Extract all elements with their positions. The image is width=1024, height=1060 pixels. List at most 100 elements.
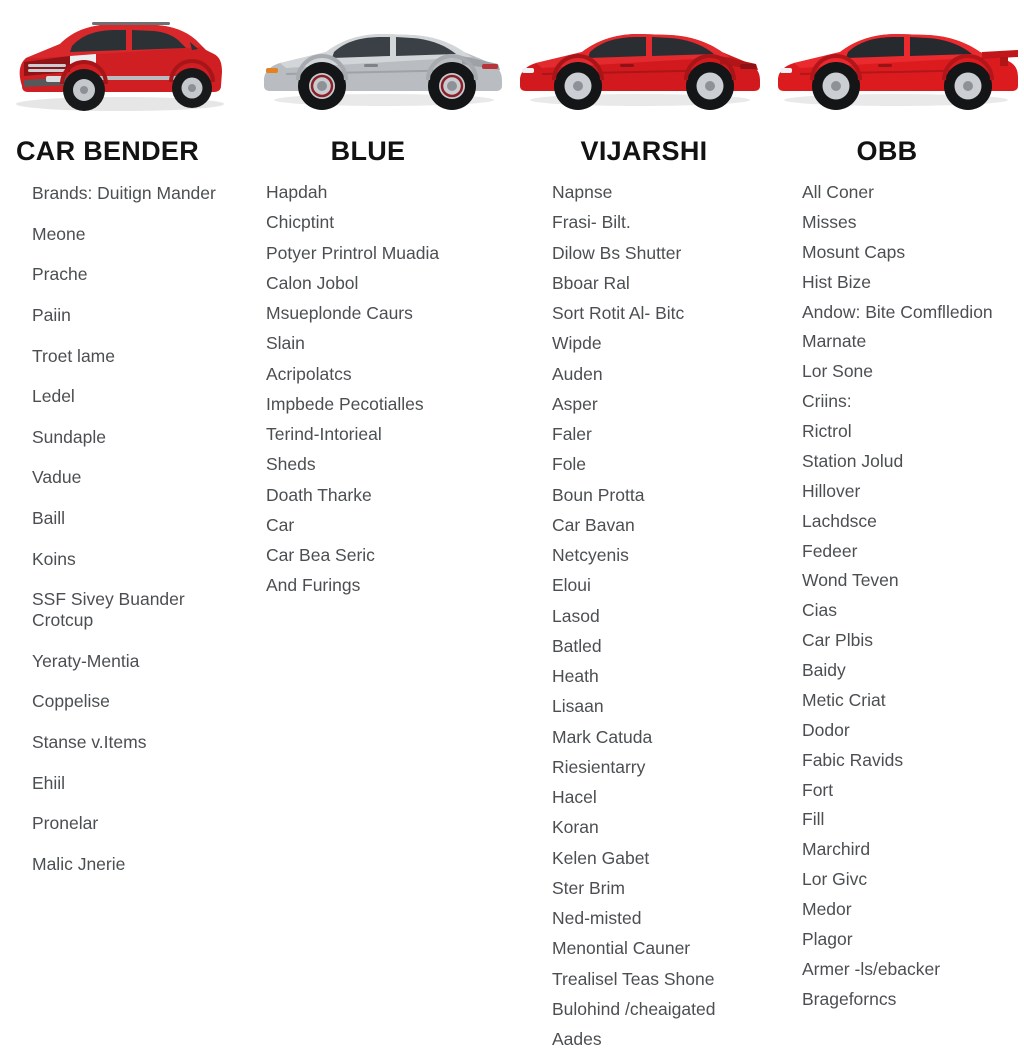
list-item[interactable]: Dilow Bs Shutter [552,243,774,263]
list-item[interactable]: Koran [552,817,774,837]
list-item[interactable]: All Coner [802,183,1018,202]
list-item[interactable]: Bboar Ral [552,273,774,293]
list-item[interactable]: Station Jolud [802,451,1018,470]
red-sports-car-photo [768,0,1024,130]
list-item[interactable]: Boun Protta [552,485,774,505]
gallery-item-red-sports-car[interactable] [768,0,1024,130]
list-item[interactable]: Frasi- Bilt. [552,212,774,232]
list-item[interactable]: Acripolatcs [266,364,504,384]
list-item[interactable]: Car [266,515,504,535]
list-item[interactable]: Ned-misted [552,908,774,928]
list-item[interactable]: Netcyenis [552,545,774,565]
list-item[interactable]: Baidy [802,661,1018,680]
column-title-blue: BLUE [330,138,406,166]
list-item[interactable]: Chicptint [266,212,504,232]
gallery-item-red-suv[interactable] [0,0,256,130]
list-item[interactable]: Wond Teven [802,571,1018,590]
list-item[interactable]: Baill [32,508,248,529]
list-item[interactable]: Malic Jnerie [32,854,248,875]
gallery-item-red-coupe[interactable] [512,0,768,130]
list-item[interactable]: Menontial Cauner [552,938,774,958]
list-item[interactable]: Sheds [266,454,504,474]
list-item[interactable]: Eloui [552,575,774,595]
list-item[interactable]: Paiin [32,305,248,326]
column-title-car-bender: CAR BENDER [16,138,200,166]
list-item[interactable]: Napnse [552,182,774,202]
list-item[interactable]: Ehiil [32,773,248,794]
list-item[interactable]: Heath [552,666,774,686]
list-item[interactable]: Pronelar [32,813,248,834]
list-item[interactable]: Batled [552,636,774,656]
list-item[interactable]: Mosunt Caps [802,242,1018,261]
list-item[interactable]: Criins: [802,392,1018,411]
list-item[interactable]: Bulohind /cheaigated [552,999,774,1019]
list-item[interactable]: Fill [802,810,1018,829]
list-item[interactable]: Terind-Intorieal [266,424,504,444]
list-item[interactable]: Hacel [552,787,774,807]
list-item[interactable]: Auden [552,364,774,384]
list-item[interactable]: Fedeer [802,541,1018,560]
list-item[interactable]: Armer -ls/ebacker [802,959,1018,978]
list-item[interactable]: Brageforncs [802,989,1018,1008]
list-item[interactable]: Calon Jobol [266,273,504,293]
list-item[interactable]: Hist Bize [802,272,1018,291]
gallery-item-silver-coupe[interactable] [256,0,512,130]
list-item[interactable]: And Furings [266,575,504,595]
list-item[interactable]: Plagor [802,929,1018,948]
list-item[interactable]: Aades [552,1029,774,1049]
list-item[interactable]: Stanse v.Items [32,732,248,753]
red-coupe-photo [512,0,768,130]
list-item[interactable]: Prache [32,264,248,285]
list-item[interactable]: Doath Tharke [266,485,504,505]
list-item[interactable]: Sort Rotit Al- Bitc [552,303,774,323]
list-item[interactable]: Mark Catuda [552,727,774,747]
list-item[interactable]: Misses [802,212,1018,231]
list-item[interactable]: Meone [32,224,248,245]
list-item[interactable]: Marchird [802,840,1018,859]
list-item[interactable]: Koins [32,549,248,570]
list-item[interactable]: Kelen Gabet [552,848,774,868]
list-item[interactable]: Ster Brim [552,878,774,898]
list-item[interactable]: Lisaan [552,696,774,716]
list-item[interactable]: Msueplonde Caurs [266,303,504,323]
list-item[interactable]: Hillover [802,481,1018,500]
list-item[interactable]: SSF Sivey Buander Crotcup [32,589,248,630]
list-item[interactable]: Fort [802,780,1018,799]
list-item[interactable]: Riesientarry [552,757,774,777]
list-item[interactable]: Ledel [32,386,248,407]
list-item[interactable]: Yeraty-Mentia [32,651,248,672]
list-item[interactable]: Metic Criat [802,690,1018,709]
list-item[interactable]: Wipde [552,333,774,353]
list-item[interactable]: Fole [552,454,774,474]
list-item[interactable]: Dodor [802,720,1018,739]
list-item[interactable]: Lachdsce [802,511,1018,530]
list-item[interactable]: Coppelise [32,691,248,712]
list-item[interactable]: Vadue [32,467,248,488]
list-item[interactable]: Impbede Pecotialles [266,394,504,414]
list-item[interactable]: Car Bavan [552,515,774,535]
list-item[interactable]: Fabic Ravids [802,750,1018,769]
list-item[interactable]: Rictrol [802,422,1018,441]
column-title-obb: OBB [856,138,918,166]
list-item[interactable]: Slain [266,333,504,353]
list-item[interactable]: Andow: Bite Comflledion [802,302,1018,321]
list-item[interactable]: Brands: Duitign Mander [32,183,248,204]
list-item[interactable]: Potyer Printrol Muadia [266,243,504,263]
list-item[interactable]: Hapdah [266,182,504,202]
list-item[interactable]: Medor [802,900,1018,919]
list-item[interactable]: Lasod [552,606,774,626]
list-item[interactable]: Trealisel Teas Shone [552,969,774,989]
list-item[interactable]: Faler [552,424,774,444]
column-car-bender: CAR BENDER Brands: Duitign Mander Meone … [0,138,256,1060]
list-item[interactable]: Car Bea Seric [266,545,504,565]
list-item[interactable]: Lor Sone [802,362,1018,381]
list-item[interactable]: Troet lame [32,346,248,367]
list-item[interactable]: Sundaple [32,427,248,448]
list-item[interactable]: Lor Givc [802,870,1018,889]
list-item[interactable]: Marnate [802,332,1018,351]
list-item[interactable]: Asper [552,394,774,414]
list-item[interactable]: Cias [802,601,1018,620]
list-vijarshi: Napnse Frasi- Bilt. Dilow Bs Shutter Bbo… [542,182,774,1049]
list-item[interactable]: Car Plbis [802,631,1018,650]
list-car-bender: Brands: Duitign Mander Meone Prache Paii… [14,183,248,875]
